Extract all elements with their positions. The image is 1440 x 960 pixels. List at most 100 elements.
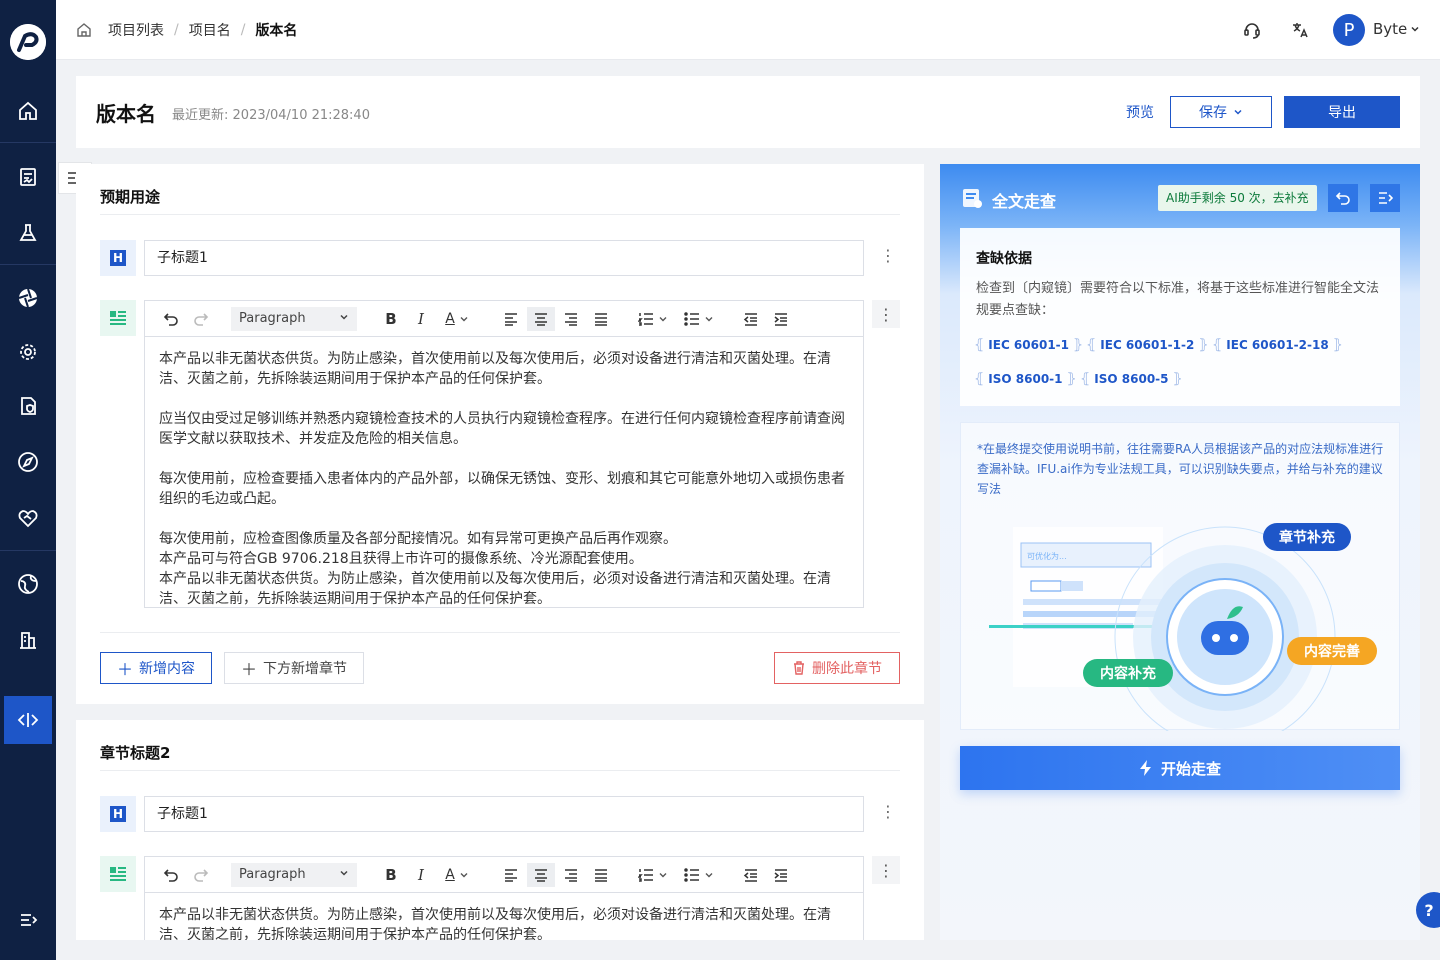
- font-color-icon[interactable]: A: [439, 307, 475, 331]
- align-justify-icon[interactable]: [589, 863, 613, 887]
- breadcrumb-separator: /: [240, 22, 246, 38]
- compass-icon[interactable]: [4, 438, 52, 486]
- rich-text-editor[interactable]: Paragraph B I A 本产品以非无菌状态供货。为防止感染，首次使用前以…: [144, 856, 864, 940]
- breadcrumb-project[interactable]: 项目名: [189, 20, 231, 40]
- indent-icon[interactable]: [769, 863, 793, 887]
- bold-icon[interactable]: B: [379, 863, 403, 887]
- save-label: 保存: [1199, 105, 1227, 121]
- add-section-below-button[interactable]: ＋ 下方新增章节: [224, 652, 364, 684]
- paragraph-select[interactable]: Paragraph: [231, 863, 357, 887]
- ordered-list-icon[interactable]: [635, 307, 671, 331]
- more-options-icon[interactable]: ⋮: [880, 246, 896, 266]
- preview-button[interactable]: 预览: [1126, 102, 1154, 122]
- standard-tag[interactable]: ⦃ ISO 8600-5 ⦄: [1080, 368, 1183, 390]
- align-left-icon[interactable]: [499, 307, 523, 331]
- more-options-icon[interactable]: ⋮: [880, 802, 896, 822]
- breadcrumb-separator: /: [174, 22, 179, 38]
- align-right-icon[interactable]: [559, 863, 583, 887]
- document-list-icon[interactable]: [4, 153, 52, 201]
- undo-icon[interactable]: [159, 307, 183, 331]
- align-left-icon[interactable]: [499, 863, 523, 887]
- rich-text-editor[interactable]: Paragraph B I A 本产品以非无菌状态供货。为防止感染，首次使用前以…: [144, 300, 864, 608]
- building-icon[interactable]: [4, 616, 52, 664]
- document-check-icon: [963, 189, 982, 208]
- file-shield-icon[interactable]: [4, 382, 52, 430]
- outdent-icon[interactable]: [739, 863, 763, 887]
- standard-name: IEC 60601-1: [988, 338, 1070, 352]
- redo-icon[interactable]: [189, 307, 213, 331]
- undo-icon[interactable]: [159, 863, 183, 887]
- align-center-icon[interactable]: [527, 307, 555, 331]
- redo-icon[interactable]: [189, 863, 213, 887]
- code-editor-icon[interactable]: [4, 696, 52, 744]
- subtitle-input[interactable]: 子标题1: [144, 240, 864, 276]
- home-icon[interactable]: [76, 22, 92, 38]
- italic-icon[interactable]: I: [409, 863, 433, 887]
- support-icon[interactable]: [1237, 15, 1267, 45]
- font-color-icon[interactable]: A: [439, 863, 475, 887]
- section-card: 预期用途 H 子标题1 ⋮ Paragraph B I A 本产品以非无菌状态供…: [76, 164, 924, 704]
- flask-icon[interactable]: [4, 209, 52, 257]
- chevron-down-icon[interactable]: [1410, 22, 1420, 38]
- indent-icon[interactable]: [769, 307, 793, 331]
- expand-sidebar-icon[interactable]: [4, 896, 52, 944]
- bullet-list-icon[interactable]: [681, 863, 717, 887]
- app-logo[interactable]: [10, 24, 46, 60]
- editor-content[interactable]: 本产品以非无菌状态供货。为防止感染，首次使用前以及每次使用后，必须对设备进行清洁…: [145, 893, 863, 940]
- align-justify-icon[interactable]: [589, 307, 613, 331]
- subtitle-input[interactable]: 子标题1: [144, 796, 864, 832]
- home-icon[interactable]: [4, 87, 52, 135]
- version-header: 版本名 最近更新: 2023/04/10 21:28:40 预览 保存 导出: [76, 76, 1420, 148]
- standard-tag[interactable]: ⦃ ISO 8600-1 ⦄: [974, 368, 1077, 390]
- standard-tag[interactable]: ⦃ IEC 60601-1 ⦄: [974, 334, 1083, 356]
- sidebar: [0, 0, 56, 960]
- more-options-icon[interactable]: ⋮: [872, 856, 900, 884]
- italic-icon[interactable]: I: [409, 307, 433, 331]
- page-title: 版本名: [96, 102, 156, 126]
- export-button[interactable]: 导出: [1284, 96, 1400, 128]
- chevron-down-icon: [339, 307, 349, 331]
- illus-input-text: 可优化为...: [1027, 552, 1067, 561]
- bullet-list-icon[interactable]: [681, 307, 717, 331]
- gear-icon[interactable]: [4, 328, 52, 376]
- start-review-button[interactable]: 开始走查: [960, 746, 1400, 790]
- standard-tag[interactable]: ⦃ IEC 60601-2-18 ⦄: [1212, 334, 1343, 356]
- delete-section-button[interactable]: 删除此章节: [774, 652, 900, 684]
- info-text: *在最终提交使用说明书前，往往需要RA人员根据该产品的对应法规标准进行查漏补缺。…: [977, 442, 1384, 496]
- plus-icon: ＋: [116, 660, 133, 679]
- panel-title: 全文走查: [992, 192, 1057, 211]
- heading-block-icon: H: [100, 240, 136, 276]
- paragraph: 本产品以非无菌状态供货。为防止感染，首次使用前以及每次使用后，必须对设备进行清洁…: [159, 907, 831, 940]
- align-right-icon[interactable]: [559, 307, 583, 331]
- aperture-icon[interactable]: [4, 274, 52, 322]
- paragraph: 应当仅由受过足够训练并熟悉内窥镜检查技术的人员执行内窥镜检查程序。在进行任何内窥…: [159, 411, 845, 447]
- standard-name: IEC 60601-2-18: [1226, 338, 1329, 352]
- ai-illustration: 章节补充 内容完善 内容补充 可优化为...: [961, 513, 1401, 748]
- last-updated-value: 2023/04/10 21:28:40: [232, 108, 370, 123]
- delete-section-label: 删除此章节: [812, 661, 882, 677]
- section-title[interactable]: 章节标题2: [100, 742, 170, 763]
- more-options-icon[interactable]: ⋮: [872, 300, 900, 328]
- user-name[interactable]: Byte: [1373, 20, 1407, 38]
- paragraph-select[interactable]: Paragraph: [231, 307, 357, 331]
- paragraph-select-value: Paragraph: [239, 311, 306, 326]
- chevron-down-icon: [339, 863, 349, 887]
- ai-quota-badge[interactable]: AI助手剩余 50 次，去补充: [1158, 185, 1317, 211]
- collapse-panel-button[interactable]: [1370, 184, 1400, 212]
- globe-icon[interactable]: [4, 560, 52, 608]
- section-title[interactable]: 预期用途: [100, 186, 160, 207]
- text-block-icon: [100, 300, 136, 336]
- editor-content[interactable]: 本产品以非无菌状态供货。为防止感染，首次使用前以及每次使用后，必须对设备进行清洁…: [145, 337, 863, 607]
- ordered-list-icon[interactable]: [635, 863, 671, 887]
- save-button[interactable]: 保存: [1170, 96, 1272, 128]
- avatar[interactable]: P: [1333, 14, 1365, 46]
- breadcrumb-project-list[interactable]: 项目列表: [108, 20, 164, 40]
- bold-icon[interactable]: B: [379, 307, 403, 331]
- add-content-button[interactable]: ＋ 新增内容: [100, 652, 212, 684]
- outdent-icon[interactable]: [739, 307, 763, 331]
- align-center-icon[interactable]: [527, 863, 555, 887]
- translate-icon[interactable]: [1285, 15, 1315, 45]
- heart-handshake-icon[interactable]: [4, 494, 52, 542]
- refresh-button[interactable]: [1328, 184, 1358, 212]
- standard-tag[interactable]: ⦃ IEC 60601-1-2 ⦄: [1086, 334, 1209, 356]
